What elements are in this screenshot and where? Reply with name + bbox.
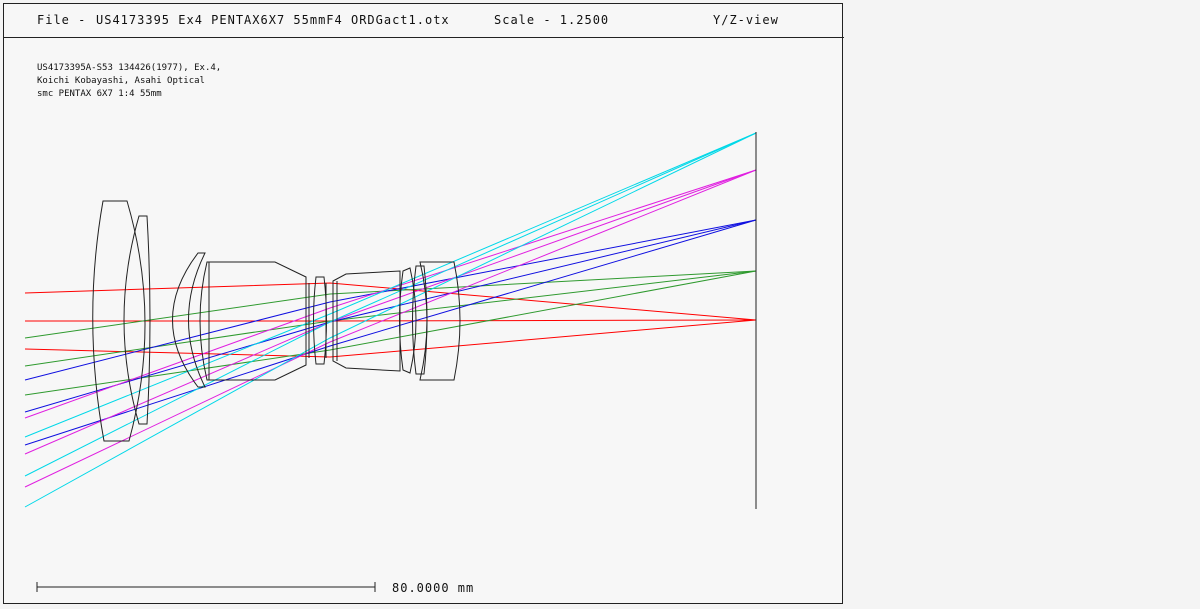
scale-bar-label: 80.0000 mm bbox=[392, 581, 475, 595]
lens-layout-window: File - US4173395 Ex4 PENTAX6X7 55mmF4 OR… bbox=[0, 0, 1200, 609]
lens-element-2 bbox=[123, 215, 151, 425]
ray-field-3-ray-2 bbox=[24, 169, 757, 455]
ray-field-0-ray-2 bbox=[25, 319, 757, 322]
ray-field-4-ray-2 bbox=[24, 132, 757, 477]
ray-field-4-ray-1 bbox=[24, 132, 757, 438]
ray-field-2-ray-3 bbox=[24, 219, 757, 446]
ray-field-3-ray-1 bbox=[24, 169, 757, 419]
ray-field-2-ray-2 bbox=[24, 219, 757, 413]
scale-bar bbox=[36, 582, 376, 592]
lens-ray-diagram bbox=[24, 132, 757, 592]
